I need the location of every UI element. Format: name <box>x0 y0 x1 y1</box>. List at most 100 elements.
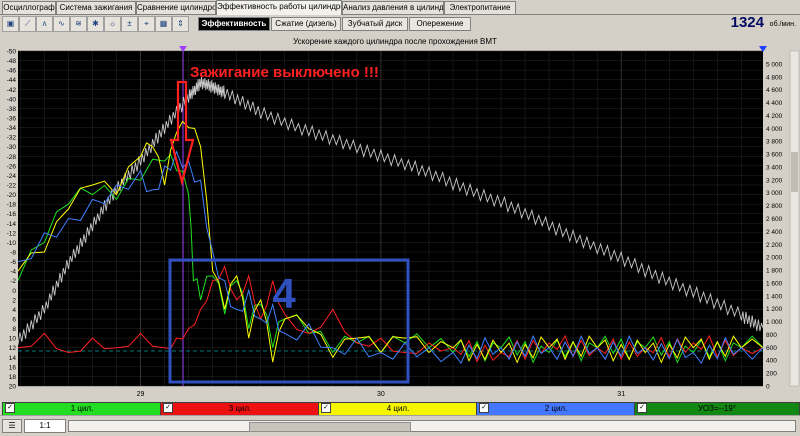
legend-item-2[interactable]: 3 цил. <box>160 402 320 416</box>
left-tick-label: -16 <box>7 211 17 218</box>
vertical-scrollbar[interactable] <box>789 50 800 387</box>
right-tick-label: 4 000 <box>766 126 783 133</box>
tab-ignition-system[interactable]: Система зажигания <box>56 1 136 14</box>
left-tick-label: -4 <box>10 269 16 276</box>
left-tick-label: 6 <box>12 317 16 324</box>
subtab-efficiency[interactable]: Эффективность <box>198 17 270 31</box>
toolbar-grid-icon[interactable]: ▦ <box>155 16 172 32</box>
legend-checkbox-1[interactable]: ✓ <box>5 403 15 413</box>
tab-cylinder-pressure[interactable]: Анализ давления в цилиндре <box>342 1 444 14</box>
scrollbar-thumb[interactable] <box>791 152 798 192</box>
right-tick-label: 4 400 <box>766 100 783 107</box>
left-tick-label: -28 <box>7 154 17 161</box>
left-tick-label: -46 <box>7 68 17 75</box>
right-tick-label: 4 600 <box>766 87 783 94</box>
left-tick-label: -6 <box>10 259 16 266</box>
acceleration-chart: Ускорение каждого цилиндра после прохожд… <box>0 32 800 402</box>
right-tick-label: 600 <box>766 345 777 352</box>
subtab-compression-diesel[interactable]: Сжатие (дизель) <box>271 17 341 31</box>
horizontal-scrollbar[interactable] <box>68 420 796 432</box>
left-tick-label: -38 <box>7 106 17 113</box>
right-tick-label: 3 200 <box>766 177 783 184</box>
right-tick-label: 200 <box>766 371 777 378</box>
right-tick-label: 3 600 <box>766 152 783 159</box>
left-tick-label: 20 <box>9 384 17 391</box>
left-tick-label: 10 <box>9 336 17 343</box>
plot-area <box>18 51 763 386</box>
left-tick-label: 18 <box>9 374 17 381</box>
toolbar-trend-icon[interactable]: ⟋ <box>19 16 36 32</box>
toolbar-sun-icon[interactable]: ☼ <box>104 16 121 32</box>
toolbar-star-icon[interactable]: ✱ <box>87 16 104 32</box>
left-tick-label: -30 <box>7 144 17 151</box>
toolbar-sign-icon[interactable]: ± <box>121 16 138 32</box>
legend-item-4[interactable]: 2 цил. <box>476 402 636 416</box>
chart-title: Ускорение каждого цилиндра после прохожд… <box>293 37 497 46</box>
tab-power-supply[interactable]: Электропитание <box>444 1 516 14</box>
left-tick-label: -24 <box>7 173 17 180</box>
tab-cylinder-comparison[interactable]: Сравнение цилиндров <box>136 1 216 14</box>
tab-oscilloscope[interactable]: Осциллограф <box>2 1 56 14</box>
right-tick-label: 2 600 <box>766 216 783 223</box>
subtab-toothed-disk[interactable]: Зубчатый диск <box>342 17 408 31</box>
left-tick-label: -10 <box>7 240 17 247</box>
left-tick-label: -32 <box>7 135 17 142</box>
right-tick-label: 2 000 <box>766 255 783 262</box>
right-tick-label: 1 600 <box>766 280 783 287</box>
toolbar-peak-icon[interactable]: ʌ <box>36 16 53 32</box>
subtab-advance[interactable]: Опережение <box>409 17 471 31</box>
right-tick-label: 1 000 <box>766 319 783 326</box>
left-tick-label: -26 <box>7 163 17 170</box>
left-tick-label: -34 <box>7 125 17 132</box>
menu-icon[interactable]: ☰ <box>2 419 22 433</box>
right-tick-label: 4 800 <box>766 74 783 81</box>
right-tick-label: 1 200 <box>766 306 783 313</box>
legend-item-1[interactable]: 1 цил. <box>2 402 162 416</box>
x-tick-label: 31 <box>617 391 625 398</box>
toolbar-cursor-icon[interactable]: ⌖ <box>138 16 155 32</box>
right-tick-label: 800 <box>766 332 777 339</box>
left-tick-label: 0 <box>12 288 16 295</box>
right-tick-label: 2 800 <box>766 203 783 210</box>
left-tick-label: -36 <box>7 116 17 123</box>
toolbar-scale-icon[interactable]: ⇕ <box>172 16 189 32</box>
tab-cylinder-efficiency[interactable]: Эффективность работы цилиндров <box>216 0 342 15</box>
ignition-off-annotation: Зажигание выключено !!! <box>190 64 379 81</box>
legend-checkbox-3[interactable]: ✓ <box>321 403 331 413</box>
left-tick-label: 12 <box>9 345 17 352</box>
left-tick-label: -50 <box>7 49 17 56</box>
left-tick-label: 4 <box>12 307 16 314</box>
right-tick-label: 1 800 <box>766 268 783 275</box>
legend-checkbox-2[interactable]: ✓ <box>163 403 173 413</box>
left-tick-label: -12 <box>7 230 17 237</box>
toolbar-wave-icon[interactable]: ∿ <box>53 16 70 32</box>
toolbar-lines-icon[interactable]: ≋ <box>70 16 87 32</box>
left-tick-label: 8 <box>12 326 16 333</box>
toolbar-chart-icon[interactable]: ▣ <box>2 16 19 32</box>
left-tick-label: 16 <box>9 364 17 371</box>
highlight-box-label: 4 <box>272 270 296 317</box>
rpm-unit: об./мин. <box>769 21 796 28</box>
left-tick-label: -22 <box>7 183 17 190</box>
left-tick-label: -44 <box>7 77 17 84</box>
toolbar: ▣ ⟋ ʌ ∿ ≋ ✱ ☼ ± ⌖ ▦ ⇕ Эффективность Сжат… <box>0 15 800 32</box>
left-tick-label: -2 <box>10 278 16 285</box>
status-bar: ☰ 1:1 <box>0 415 800 436</box>
right-tick-label: 3 400 <box>766 164 783 171</box>
right-tick-label: 1 400 <box>766 293 783 300</box>
legend-item-5[interactable]: УОЗ=--19° <box>634 402 800 416</box>
legend-checkbox-4[interactable]: ✓ <box>479 403 489 413</box>
zoom-level[interactable]: 1:1 <box>24 419 66 433</box>
right-tick-label: 2 400 <box>766 229 783 236</box>
left-tick-label: -48 <box>7 58 17 65</box>
left-tick-label: 14 <box>9 355 17 362</box>
rpm-value: 1324 <box>730 14 764 31</box>
legend-item-3[interactable]: 4 цил. <box>318 402 478 416</box>
left-tick-label: 2 <box>12 297 16 304</box>
horizontal-scrollbar-thumb[interactable] <box>249 422 411 432</box>
x-tick-label: 29 <box>137 391 145 398</box>
left-tick-label: -14 <box>7 221 17 228</box>
right-tick-label: 2 200 <box>766 242 783 249</box>
right-tick-label: 4 200 <box>766 113 783 120</box>
legend-checkbox-5[interactable]: ✓ <box>637 403 647 413</box>
